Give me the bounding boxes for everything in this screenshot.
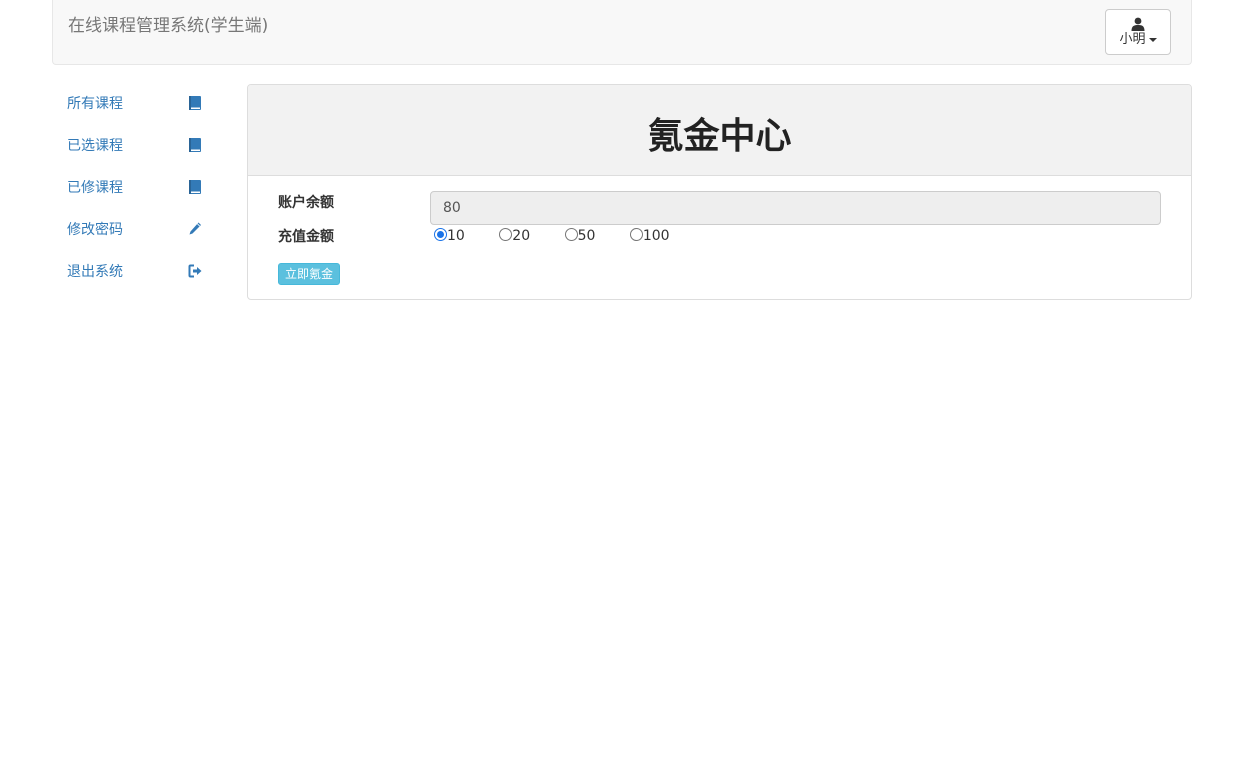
book-icon bbox=[189, 180, 201, 194]
logout-icon bbox=[188, 264, 202, 278]
sidebar-item-label: 退出系统 bbox=[67, 264, 123, 280]
recharge-option-label: 50 bbox=[577, 228, 596, 244]
user-name: 小明 bbox=[1119, 32, 1146, 47]
sidebar-item-change-password[interactable]: 修改密码 bbox=[52, 209, 222, 251]
sidebar-item-logout[interactable]: 退出系统 bbox=[52, 251, 222, 293]
radio-button[interactable] bbox=[499, 228, 513, 241]
recharge-option-50[interactable]: 50 bbox=[564, 228, 596, 244]
sidebar-item-completed-courses[interactable]: 已修课程 bbox=[52, 167, 222, 209]
sidebar-item-all-courses[interactable]: 所有课程 bbox=[52, 83, 222, 125]
sidebar-item-label: 已修课程 bbox=[67, 180, 123, 196]
sidebar: 所有课程 已选课程 已修课程 修改密码 退出系统 bbox=[52, 83, 222, 293]
top-navbar: 在线课程管理系统(学生端) 小明 bbox=[52, 0, 1192, 65]
recharge-amount-options: 10 20 50 100 bbox=[434, 228, 700, 244]
recharge-panel: 氪金中心 账户余额 80 充值金额 10 20 50 100 立即氪金 bbox=[247, 84, 1192, 300]
pencil-icon bbox=[189, 222, 201, 235]
recharge-option-100[interactable]: 100 bbox=[629, 228, 670, 244]
sidebar-item-label: 所有课程 bbox=[67, 96, 123, 112]
book-icon bbox=[189, 96, 201, 110]
balance-label: 账户余额 bbox=[278, 195, 334, 211]
radio-button[interactable] bbox=[564, 228, 578, 241]
balance-field: 80 bbox=[430, 191, 1161, 225]
user-icon bbox=[1131, 17, 1145, 31]
recharge-option-label: 10 bbox=[447, 228, 465, 244]
caret-down-icon bbox=[1148, 37, 1157, 42]
radio-button[interactable] bbox=[629, 228, 643, 241]
user-menu-button[interactable]: 小明 bbox=[1105, 9, 1171, 55]
recharge-option-label: 20 bbox=[512, 228, 531, 244]
sidebar-item-selected-courses[interactable]: 已选课程 bbox=[52, 125, 222, 167]
book-icon bbox=[189, 138, 201, 152]
recharge-option-label: 100 bbox=[642, 228, 670, 244]
page-title: 氪金中心 bbox=[647, 116, 792, 157]
recharge-label: 充值金额 bbox=[278, 229, 334, 245]
recharge-option-20[interactable]: 20 bbox=[499, 228, 530, 244]
app-title[interactable]: 在线课程管理系统(学生端) bbox=[68, 15, 268, 37]
sidebar-item-label: 修改密码 bbox=[67, 222, 123, 238]
sidebar-item-label: 已选课程 bbox=[67, 138, 123, 154]
radio-button[interactable] bbox=[434, 228, 447, 241]
recharge-submit-button[interactable]: 立即氪金 bbox=[278, 263, 341, 285]
recharge-option-10[interactable]: 10 bbox=[434, 228, 465, 244]
panel-heading: 氪金中心 bbox=[248, 85, 1191, 176]
